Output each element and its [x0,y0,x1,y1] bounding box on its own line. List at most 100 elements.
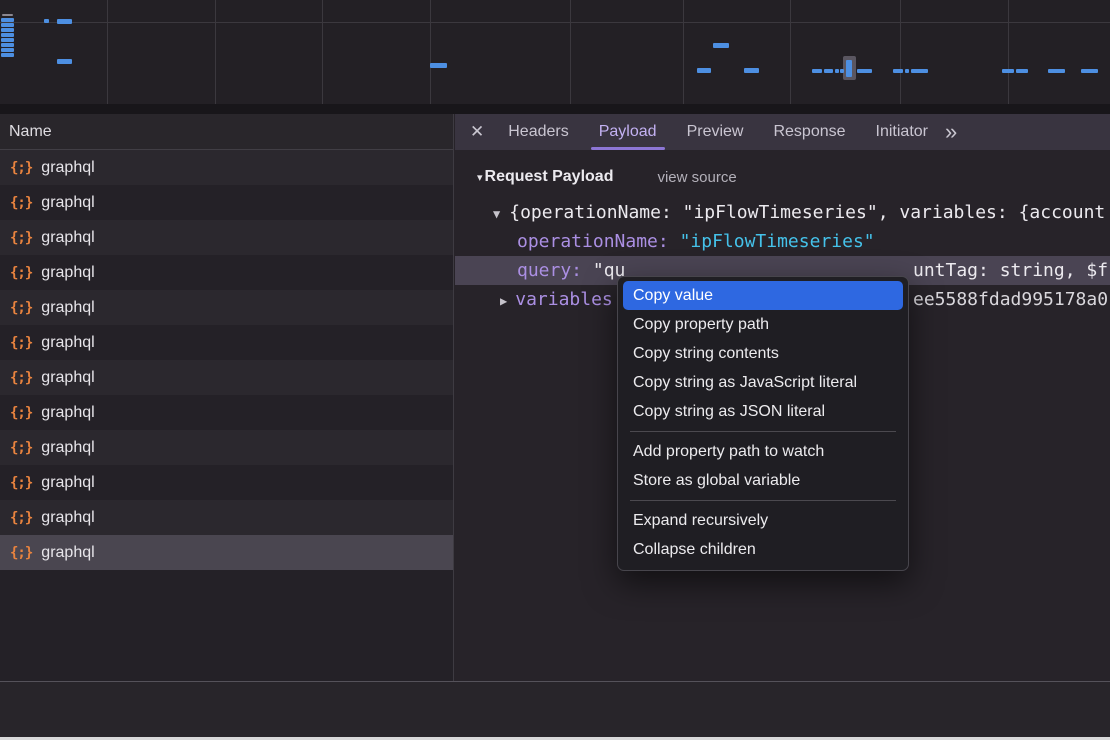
request-timing-bar[interactable] [1081,69,1098,73]
collapse-triangle-icon[interactable]: ▾ [477,171,483,184]
request-timing-bar[interactable] [1,23,14,27]
request-name: graphql [41,334,94,352]
request-list-panel: Name {;}graphql{;}graphql{;}graphql{;}gr… [0,114,454,681]
request-timing-bar[interactable] [835,69,839,73]
json-key: operationName: [517,231,669,252]
json-braces-icon: {;} [10,405,32,421]
request-rows: {;} graphql {;} graphql {;} graphql {;} graphql… [0,150,453,570]
expanded-arrow-icon[interactable]: ▼ [493,200,500,229]
request-row[interactable]: {;} graphql [0,500,453,535]
tree-row-operation-name[interactable]: operationName: "ipFlowTimeseries" [455,227,1110,256]
request-row[interactable]: {;}graphql [0,150,453,185]
request-timing-bar[interactable] [846,60,852,77]
view-source-link[interactable]: view source [657,169,736,186]
request-row[interactable]: {;}graphql [0,360,453,395]
overview-gridline [570,0,571,104]
tab-response[interactable]: Response [758,114,860,150]
request-row[interactable]: {;}graphql [0,255,453,290]
json-braces-icon: {;} [10,510,32,526]
json-braces-icon: {;} [10,475,32,491]
network-main-split: Name {;}graphql{;}graphql{;}graphql{;}gr… [0,114,1110,681]
request-timing-bar[interactable] [697,68,711,73]
request-timing-bar[interactable] [1,18,14,22]
request-timing-bar[interactable] [44,19,49,23]
request-name: graphql [41,159,94,177]
overview-midline [0,22,1110,23]
request-timing-bar[interactable] [911,69,928,73]
column-header-name[interactable]: Name [0,114,453,150]
request-name: graphql [41,299,94,317]
request-row[interactable]: {;}graphql [0,395,453,430]
json-braces-icon: {;} [10,335,32,351]
request-timing-bar[interactable] [1,48,14,52]
json-value-right-fragment: ee5588fdad995178a0 [913,285,1108,314]
column-header-label: Name [9,123,52,140]
json-value-right-fragment: untTag: string, $f [913,256,1108,285]
json-string-value: "ipFlowTimeseries" [680,231,875,252]
request-row[interactable]: {;}graphql [0,220,453,255]
request-timing-bar[interactable] [1,28,14,32]
json-braces-icon: {;} [10,545,32,561]
menu-separator [630,500,896,501]
request-timing-bar[interactable] [57,59,72,64]
request-row[interactable]: {;} graphql [0,325,453,360]
menu-item-expand-recursively[interactable]: Expand recursively [623,506,903,535]
collapsed-arrow-icon[interactable]: ▶ [500,287,507,316]
request-name: graphql [41,439,94,457]
request-timing-bar[interactable] [430,63,447,68]
tab-initiator[interactable]: Initiator [861,114,943,150]
request-name: graphql [41,474,94,492]
request-timing-bar[interactable] [893,69,903,73]
request-timing-bar[interactable] [744,68,759,73]
root-preview-text: {operationName: "ipFlowTimeseries", vari… [509,202,1105,223]
menu-item-copy-value[interactable]: Copy value [623,281,903,310]
request-name: graphql [41,229,94,247]
request-timing-bar[interactable] [1048,69,1065,73]
more-tabs-icon[interactable]: » [945,114,957,150]
json-braces-icon: {;} [10,440,32,456]
request-row[interactable]: {;}graphql [0,535,453,570]
request-row[interactable]: {;}graphql [0,185,453,220]
tab-payload[interactable]: Payload [584,114,672,150]
request-timing-bar[interactable] [812,69,822,73]
request-timing-bar[interactable] [1,43,14,47]
request-timing-bar[interactable] [57,19,72,24]
overview-gridline [683,0,684,104]
menu-item-copy-string-as-json-literal[interactable]: Copy string as JSON literal [623,397,903,426]
json-key: variables [515,289,613,310]
menu-item-add-property-path-to-watch[interactable]: Add property path to watch [623,437,903,466]
request-timing-bar[interactable] [1,53,14,57]
devtools-network-panel: Name {;}graphql{;}graphql{;}graphql{;}gr… [0,0,1110,740]
request-timing-bar[interactable] [1002,69,1014,73]
menu-item-copy-property-path[interactable]: Copy property path [623,310,903,339]
detail-tabbar: ✕ HeadersPayloadPreviewResponseInitiator… [455,114,1110,150]
request-timing-bar[interactable] [905,69,909,73]
network-overview[interactable] [0,0,1110,104]
request-timing-bar[interactable] [713,43,729,48]
tree-row-root[interactable]: ▼ {operationName: "ipFlowTimeseries", var… [455,198,1110,227]
menu-item-store-as-global-variable[interactable]: Store as global variable [623,466,903,495]
request-timing-bar[interactable] [857,69,872,73]
request-timing-bar[interactable] [840,69,844,73]
close-icon[interactable]: ✕ [470,114,484,150]
menu-item-copy-string-as-javascript-literal[interactable]: Copy string as JavaScript literal [623,368,903,397]
overview-gridline [790,0,791,104]
tab-headers[interactable]: Headers [493,114,583,150]
request-timing-bar[interactable] [1,33,14,37]
request-timing-bar[interactable] [1,38,14,42]
request-timing-bar[interactable] [824,69,833,73]
request-timing-bar[interactable] [2,14,13,16]
request-name: graphql [41,509,94,527]
section-title: Request Payload [485,168,614,186]
request-payload-section[interactable]: ▾ Request Payload view source [455,164,1110,190]
request-row[interactable]: {;} graphql [0,465,453,500]
request-timing-bar[interactable] [1016,69,1028,73]
request-row[interactable]: {;} graphql [0,430,453,465]
json-braces-icon: {;} [10,300,32,316]
request-row[interactable]: {;} graphql [0,290,453,325]
overview-gridline [215,0,216,104]
tab-preview[interactable]: Preview [672,114,759,150]
menu-item-copy-string-contents[interactable]: Copy string contents [623,339,903,368]
request-name: graphql [41,264,94,282]
menu-item-collapse-children[interactable]: Collapse children [623,535,903,564]
